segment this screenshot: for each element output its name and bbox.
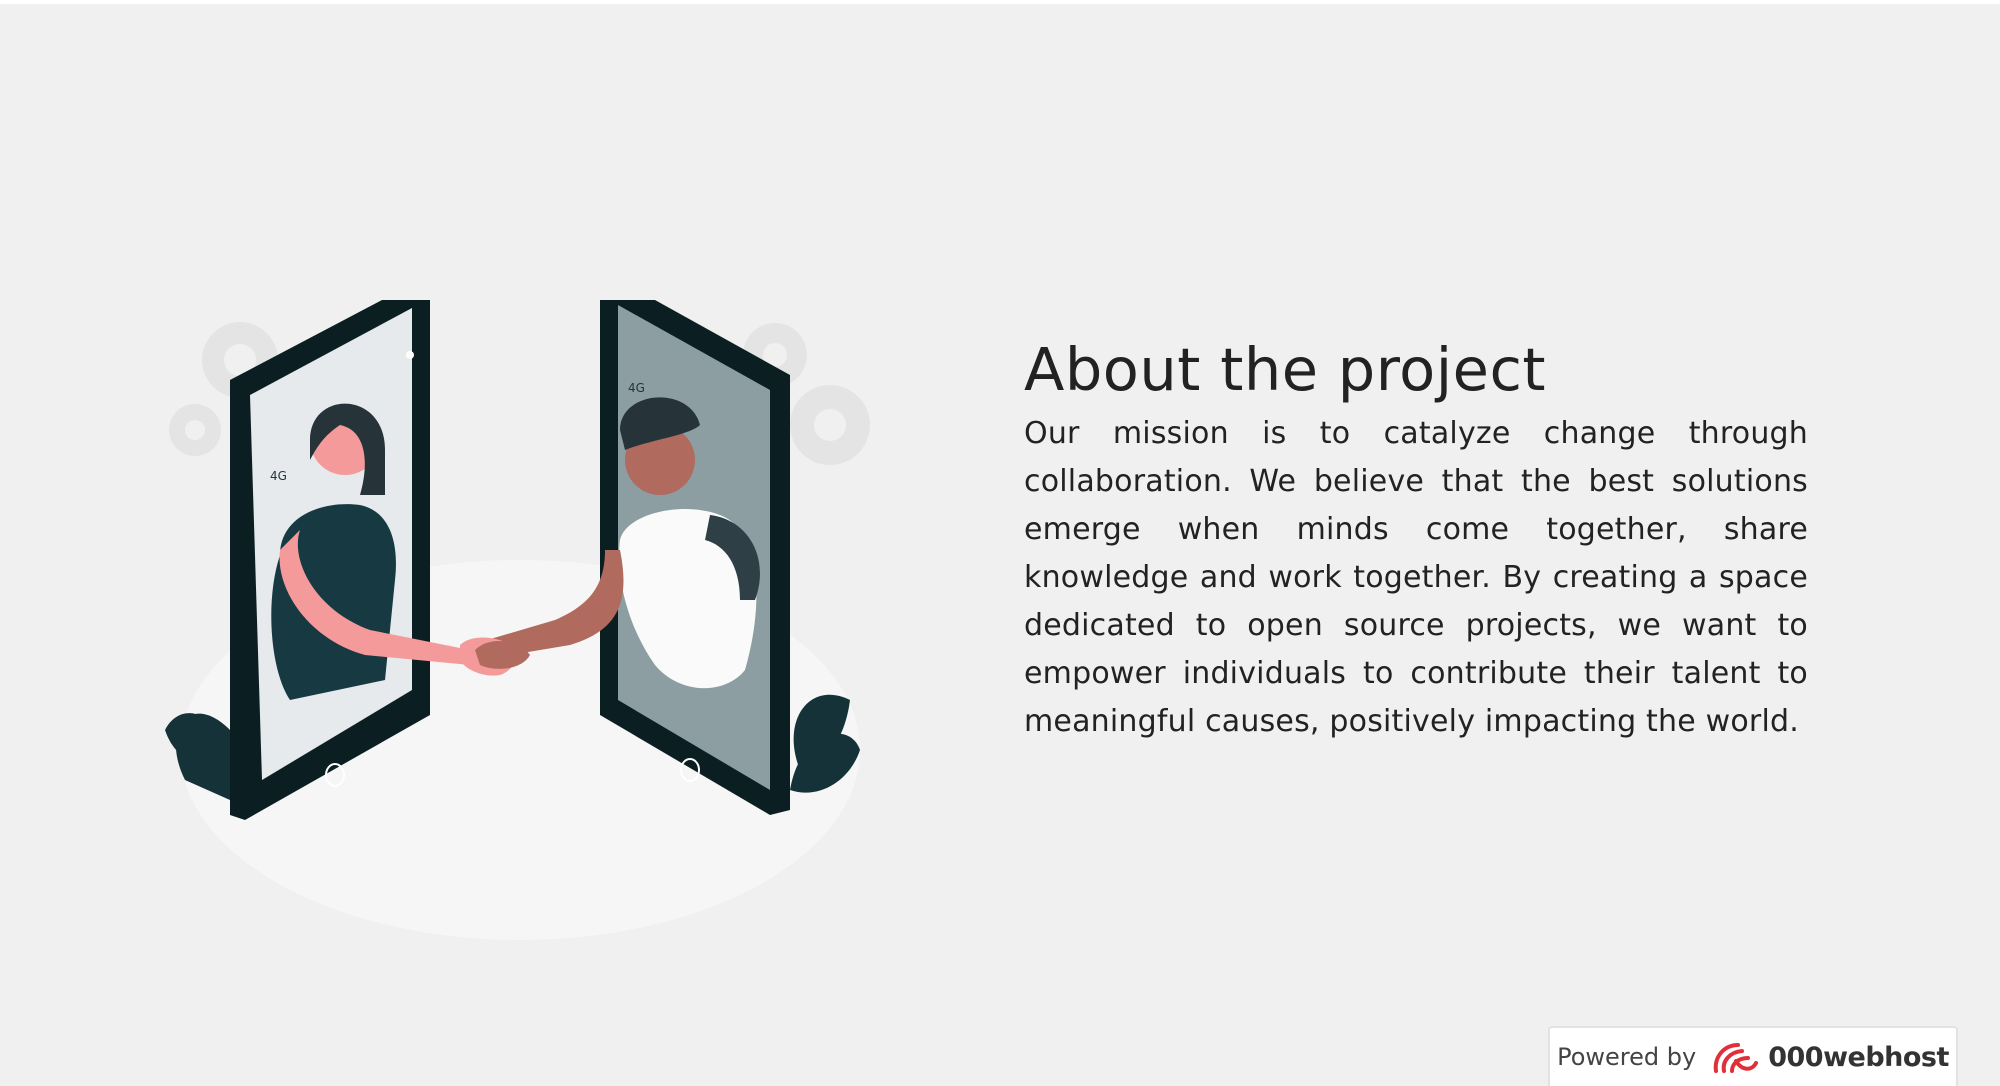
about-section: About the project Our mission is to cata… (1024, 330, 1808, 746)
mission-paragraph: Our mission is to catalyze change throug… (1024, 416, 1808, 739)
top-border (0, 0, 2000, 4)
svg-text:4G: 4G (270, 469, 287, 483)
000webhost-logo-icon (1710, 1037, 1759, 1077)
page-title: About the project (1024, 335, 1547, 404)
handshake-phones-illustration: 4G 4G (150, 300, 890, 950)
powered-by-badge[interactable]: Powered by 000webhost (1548, 1026, 1958, 1086)
svg-text:4G: 4G (628, 381, 645, 395)
powered-by-label: Powered by (1557, 1043, 1697, 1071)
brand-name: 000webhost (1768, 1041, 1949, 1073)
